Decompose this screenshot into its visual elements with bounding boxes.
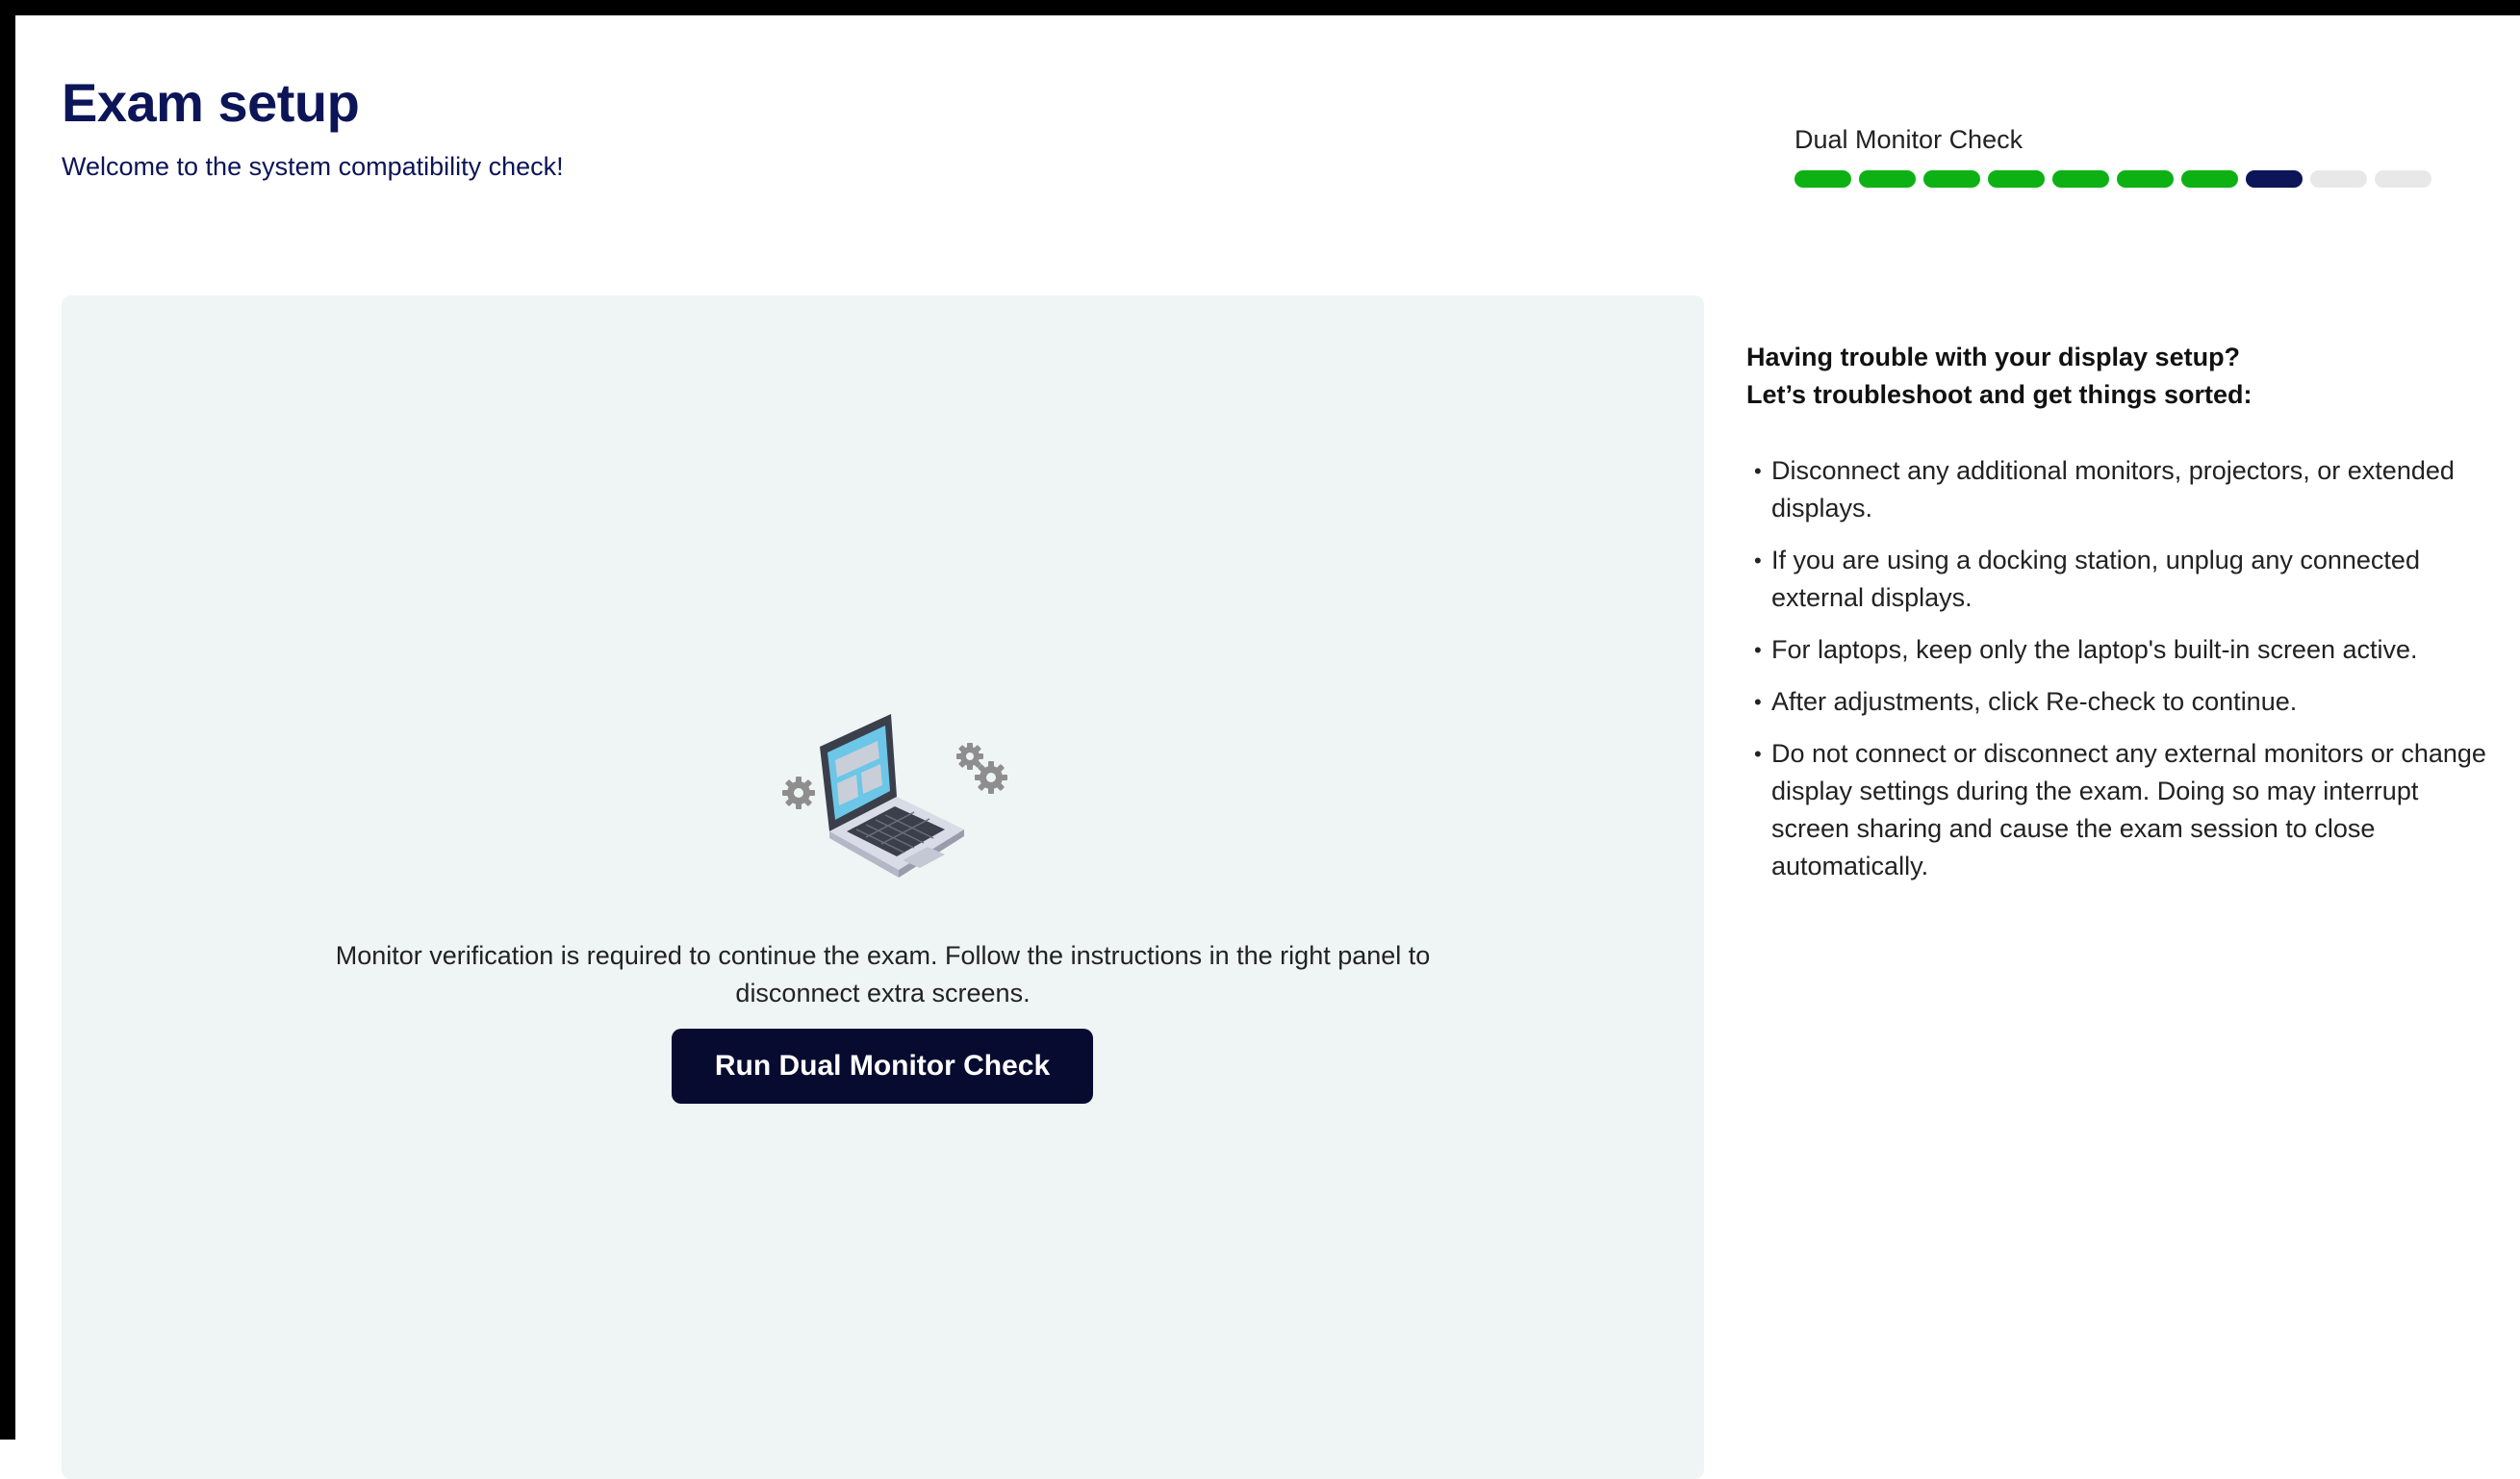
progress-segment-complete (1859, 170, 1916, 188)
troubleshoot-tip: • After adjustments, click Re-check to co… (1746, 683, 2497, 721)
progress-bar (1795, 170, 2431, 188)
troubleshoot-heading: Having trouble with your display setup? … (1746, 339, 2497, 414)
progress-segment-pending (2375, 170, 2431, 188)
troubleshoot-heading-line1: Having trouble with your display setup? (1746, 343, 2241, 371)
troubleshoot-tip: • For laptops, keep only the laptop's bui… (1746, 631, 2497, 669)
tip-text: Do not connect or disconnect any externa… (1771, 739, 2486, 880)
bullet-icon: • (1754, 459, 1762, 483)
tip-text: For laptops, keep only the laptop's buil… (1771, 635, 2418, 664)
progress-segment-complete (2117, 170, 2174, 188)
page-subtitle: Welcome to the system compatibility chec… (62, 152, 564, 181)
bullet-icon: • (1754, 742, 1762, 766)
laptop-gears-icon (774, 697, 1024, 889)
bullet-icon: • (1754, 548, 1762, 573)
troubleshoot-tip: • Disconnect any additional monitors, pro… (1746, 452, 2497, 527)
step-progress: Dual Monitor Check (1795, 125, 2431, 188)
check-panel: Monitor verification is required to cont… (62, 295, 1704, 1479)
troubleshoot-tip: • If you are using a docking station, unp… (1746, 542, 2497, 617)
progress-step-label: Dual Monitor Check (1795, 125, 2024, 154)
run-dual-monitor-check-button[interactable]: Run Dual Monitor Check (672, 1029, 1093, 1104)
tip-text: If you are using a docking station, unpl… (1771, 546, 2420, 612)
progress-segment-complete (1795, 170, 1851, 188)
bullet-icon: • (1754, 690, 1762, 714)
troubleshoot-panel: Having trouble with your display setup? … (1746, 339, 2497, 900)
page-title: Exam setup (62, 72, 360, 133)
verification-message: Monitor verification is required to cont… (335, 941, 1431, 1007)
tip-text: After adjustments, click Re-check to con… (1771, 687, 2298, 716)
progress-segment-complete (1988, 170, 2045, 188)
tip-text: Disconnect any additional monitors, proj… (1771, 456, 2455, 523)
progress-segment-complete (1923, 170, 1980, 188)
troubleshoot-tips-list: • Disconnect any additional monitors, pro… (1746, 452, 2497, 885)
progress-segment-pending (2310, 170, 2367, 188)
app-window: Exam setup Welcome to the system compati… (0, 0, 2520, 1479)
progress-segment-complete (2181, 170, 2238, 188)
troubleshoot-heading-line2: Let’s troubleshoot and get things sorted… (1746, 380, 2253, 409)
progress-segment-complete (2052, 170, 2109, 188)
bullet-icon: • (1754, 638, 1762, 662)
troubleshoot-tip: • Do not connect or disconnect any extern… (1746, 735, 2497, 885)
progress-segment-current (2246, 170, 2303, 188)
